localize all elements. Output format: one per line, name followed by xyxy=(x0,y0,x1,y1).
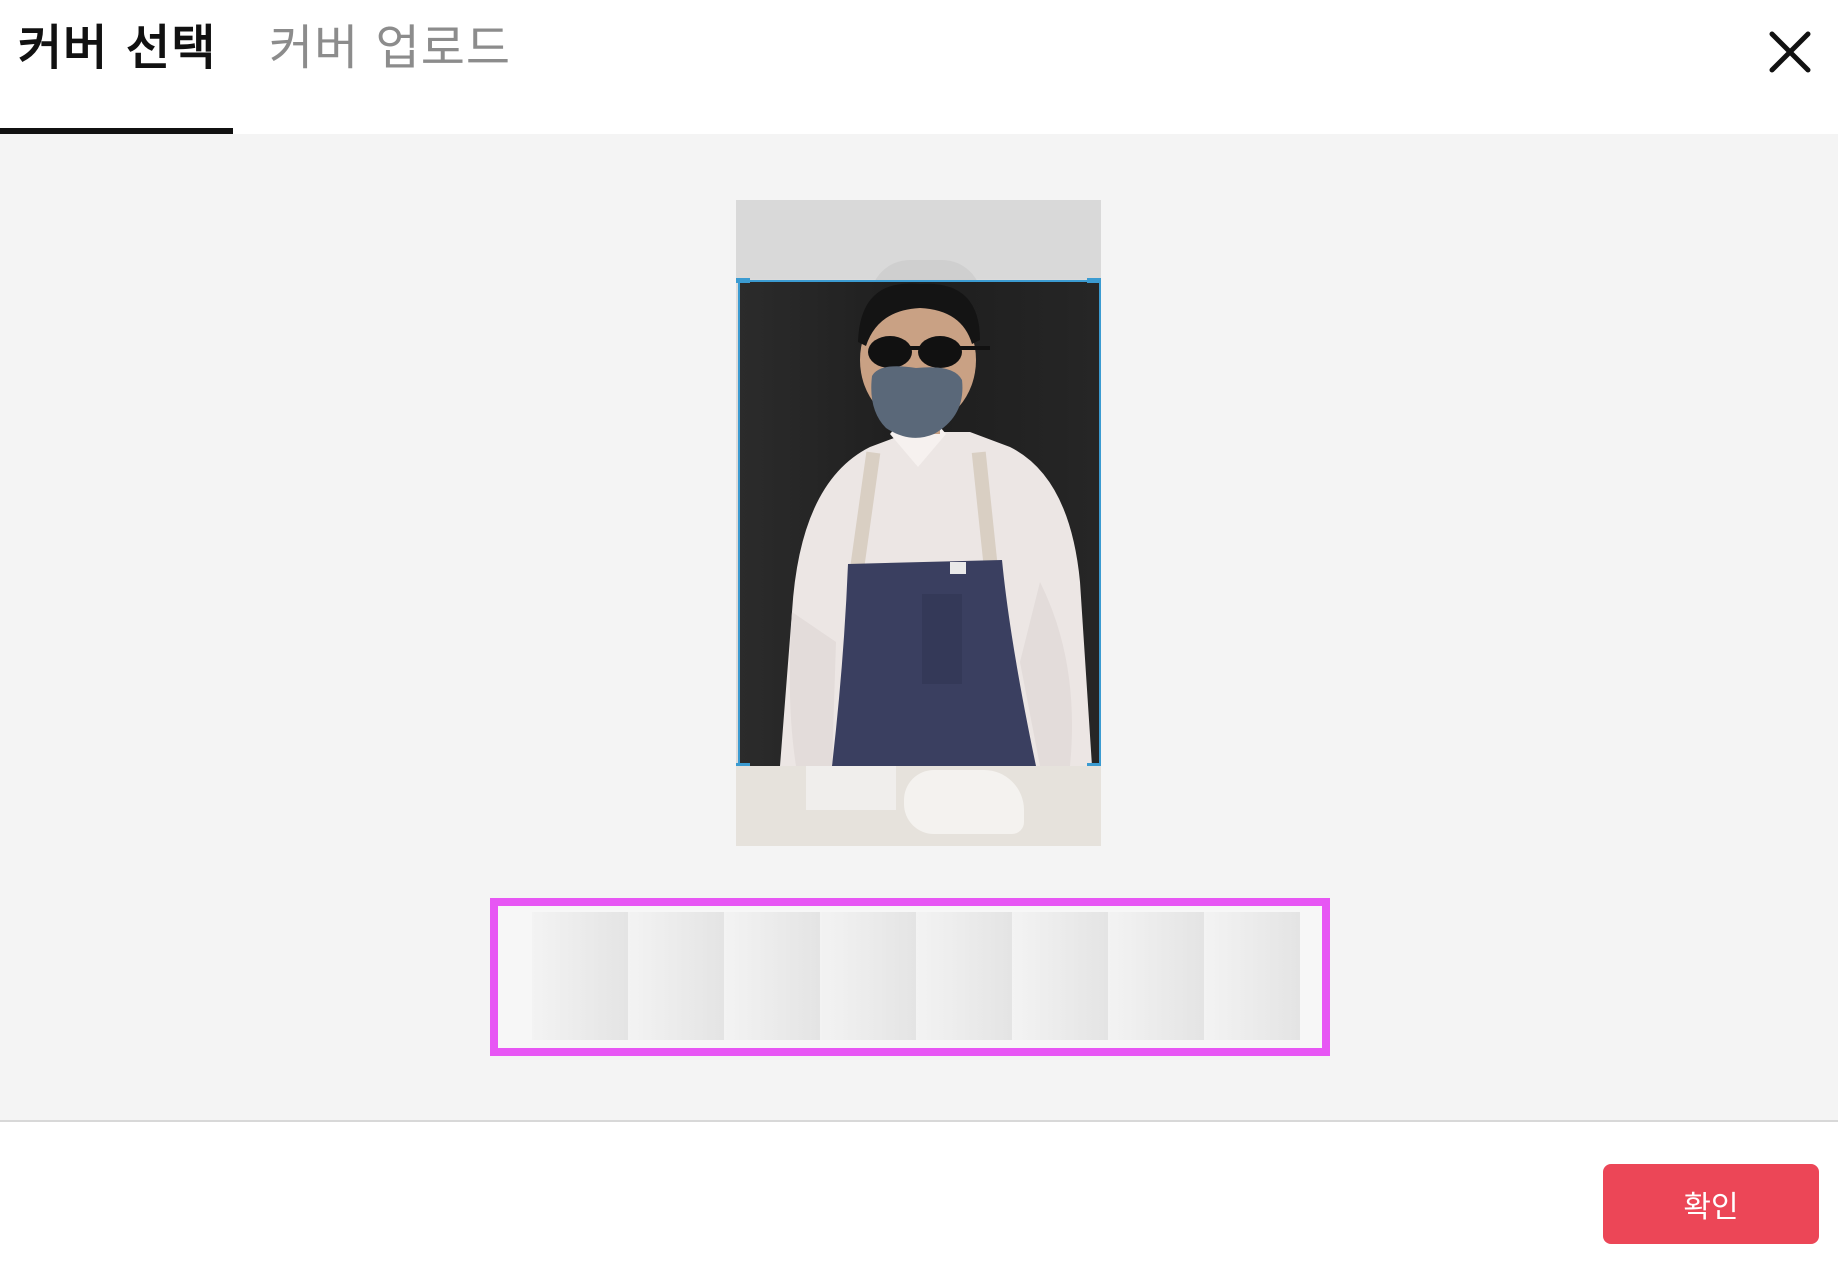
dimmed-glove-shape xyxy=(904,770,1024,834)
dialog-header: 커버 선택 커버 업로드 xyxy=(0,0,1838,134)
cover-editor-area xyxy=(0,134,1838,1122)
close-button[interactable] xyxy=(1762,24,1818,80)
crop-selection-box[interactable] xyxy=(738,280,1101,768)
crop-handle-top-right[interactable] xyxy=(1087,278,1101,283)
tab-cover-select[interactable]: 커버 선택 xyxy=(0,0,233,134)
thumbnail-frame[interactable] xyxy=(1204,912,1300,1040)
thumbnail-frame[interactable] xyxy=(628,912,724,1040)
preview-dimmed-top xyxy=(736,200,1101,300)
confirm-button[interactable]: 확인 xyxy=(1603,1164,1819,1244)
cover-preview xyxy=(736,200,1101,846)
close-icon xyxy=(1769,31,1811,73)
thumbnail-frame[interactable] xyxy=(1012,912,1108,1040)
dialog-footer: 확인 xyxy=(0,1122,1838,1282)
thumbnail-frame[interactable] xyxy=(532,912,628,1040)
thumbnail-frame[interactable] xyxy=(1108,912,1204,1040)
crop-handle-top-left[interactable] xyxy=(736,278,750,283)
tab-cover-select-label: 커버 선택 xyxy=(18,20,217,76)
frame-thumbnail-strip[interactable] xyxy=(490,898,1330,1056)
cover-frame-image xyxy=(740,282,1099,766)
preview-dimmed-bottom xyxy=(736,766,1101,846)
thumbnail-frame[interactable] xyxy=(724,912,820,1040)
tab-cover-upload-label: 커버 업로드 xyxy=(269,20,512,76)
dimmed-cuff-shape xyxy=(806,766,896,810)
thumbnail-frame[interactable] xyxy=(916,912,1012,1040)
tab-cover-upload[interactable]: 커버 업로드 xyxy=(233,0,510,134)
thumbnail-frame[interactable] xyxy=(820,912,916,1040)
cover-dialog: 커버 선택 커버 업로드 확인 xyxy=(0,0,1838,1282)
